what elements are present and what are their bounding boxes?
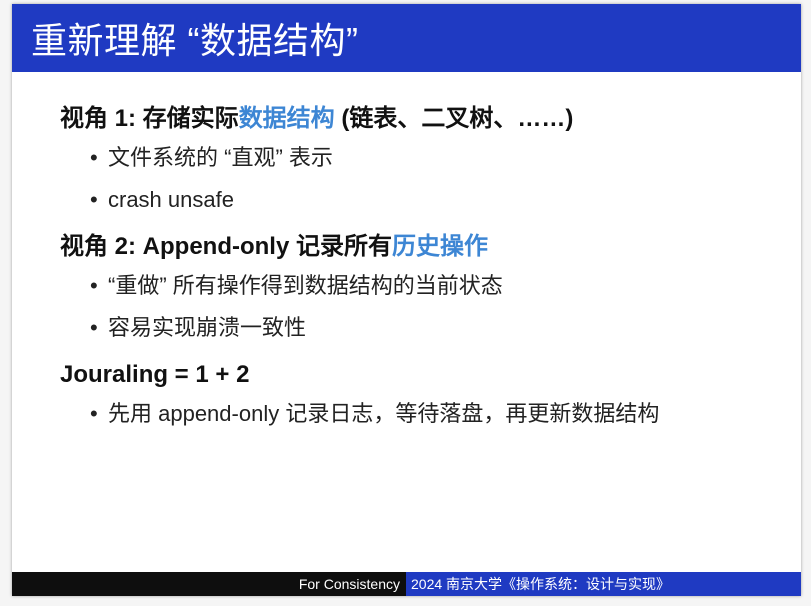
list-item: • 先用 append-only 记录日志，等待落盘，再更新数据结构	[60, 400, 780, 428]
bullet-text: 先用 append-only 记录日志，等待落盘，再更新数据结构	[108, 401, 660, 426]
bullet-list: • 文件系统的 “直观” 表示 • crash unsafe	[60, 144, 780, 214]
section-heading: 视角 2: Append-only 记录所有历史操作	[60, 232, 780, 262]
heading-suffix: (链表、二叉树、……)	[334, 105, 574, 132]
slide-content: 视角 1: 存储实际数据结构 (链表、二叉树、……) • 文件系统的 “直观” 表…	[60, 104, 780, 446]
bullet-list: • “重做” 所有操作得到数据结构的当前状态 • 容易实现崩溃一致性	[60, 272, 780, 342]
slide-title: 重新理解 “数据结构”	[31, 20, 359, 61]
bullet-icon: •	[90, 187, 98, 212]
list-item: • “重做” 所有操作得到数据结构的当前状态	[60, 272, 780, 300]
slide: 重新理解 “数据结构” 视角 1: 存储实际数据结构 (链表、二叉树、……) •…	[12, 4, 801, 596]
bullet-text: “重做” 所有操作得到数据结构的当前状态	[108, 273, 503, 298]
heading-highlight: 数据结构	[238, 105, 335, 132]
footer-course-info: 2024 南京大学《操作系统：设计与实现》	[406, 572, 801, 596]
heading-highlight: 历史操作	[392, 233, 488, 260]
section-heading: 视角 1: 存储实际数据结构 (链表、二叉树、……)	[60, 104, 780, 134]
heading-text: 视角 1: 存储实际	[60, 105, 239, 132]
bullet-icon: •	[90, 145, 98, 170]
section-heading: Jouraling = 1 + 2	[60, 360, 780, 390]
list-item: • crash unsafe	[60, 186, 780, 214]
list-item: • 文件系统的 “直观” 表示	[60, 144, 780, 172]
bullet-icon: •	[90, 315, 98, 340]
section-view-1: 视角 1: 存储实际数据结构 (链表、二叉树、……) • 文件系统的 “直观” 表…	[60, 104, 780, 214]
list-item: • 容易实现崩溃一致性	[60, 314, 780, 342]
bullet-icon: •	[90, 401, 98, 426]
bullet-text: 容易实现崩溃一致性	[108, 315, 307, 340]
bullet-text: crash unsafe	[108, 187, 234, 212]
heading-text: 视角 2: Append-only 记录所有	[60, 233, 392, 260]
section-journaling: Jouraling = 1 + 2 • 先用 append-only 记录日志，等…	[60, 360, 780, 428]
bullet-text: 文件系统的 “直观” 表示	[108, 145, 333, 170]
title-bar: 重新理解 “数据结构”	[12, 4, 801, 72]
footer: For Consistency 2024 南京大学《操作系统：设计与实现》	[12, 572, 801, 596]
footer-section-title: For Consistency	[12, 572, 406, 596]
heading-text: Jouraling = 1 + 2	[60, 361, 250, 388]
bullet-list: • 先用 append-only 记录日志，等待落盘，再更新数据结构	[60, 400, 780, 428]
section-view-2: 视角 2: Append-only 记录所有历史操作 • “重做” 所有操作得到数…	[60, 232, 780, 342]
bullet-icon: •	[90, 273, 98, 298]
